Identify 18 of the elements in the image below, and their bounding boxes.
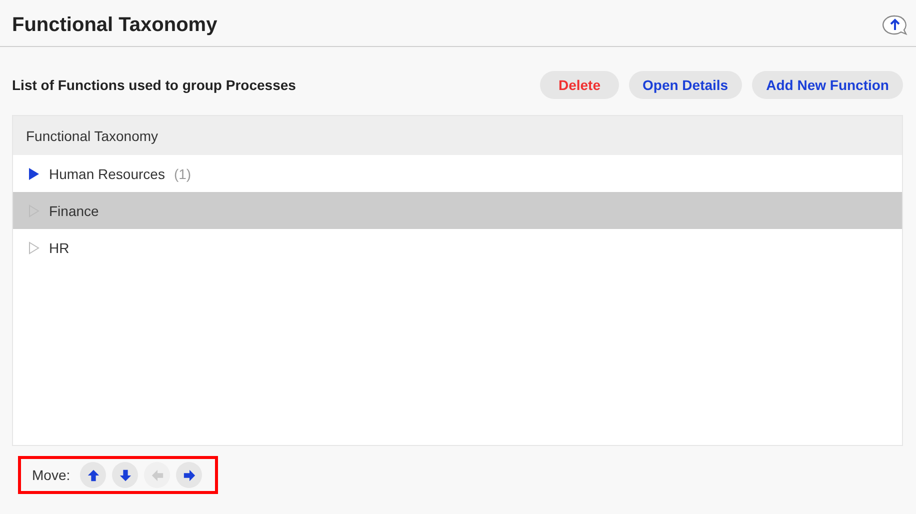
move-label: Move: bbox=[32, 467, 70, 483]
action-button[interactable]: Add New Function bbox=[752, 71, 903, 99]
arrow-down-icon bbox=[118, 468, 132, 482]
tree-heading: Functional Taxonomy bbox=[13, 116, 902, 155]
arrow-up-icon bbox=[86, 468, 100, 482]
expand-triangle-icon[interactable] bbox=[28, 166, 40, 180]
move-down-button[interactable] bbox=[112, 462, 138, 488]
page-title: Functional Taxonomy bbox=[12, 14, 218, 36]
upload-bubble-icon[interactable] bbox=[882, 14, 908, 36]
move-up-button[interactable] bbox=[80, 462, 106, 488]
action-button[interactable]: Open Details bbox=[628, 71, 742, 99]
tree-item[interactable]: Human Resources (1) bbox=[13, 155, 902, 192]
tree-item[interactable]: Finance bbox=[13, 192, 902, 229]
move-right-button[interactable] bbox=[176, 462, 202, 488]
description-text: List of Functions used to group Processes bbox=[12, 77, 296, 93]
arrow-right-icon bbox=[182, 468, 196, 482]
arrow-left-icon bbox=[150, 468, 164, 482]
tree-item[interactable]: HR bbox=[13, 229, 902, 266]
